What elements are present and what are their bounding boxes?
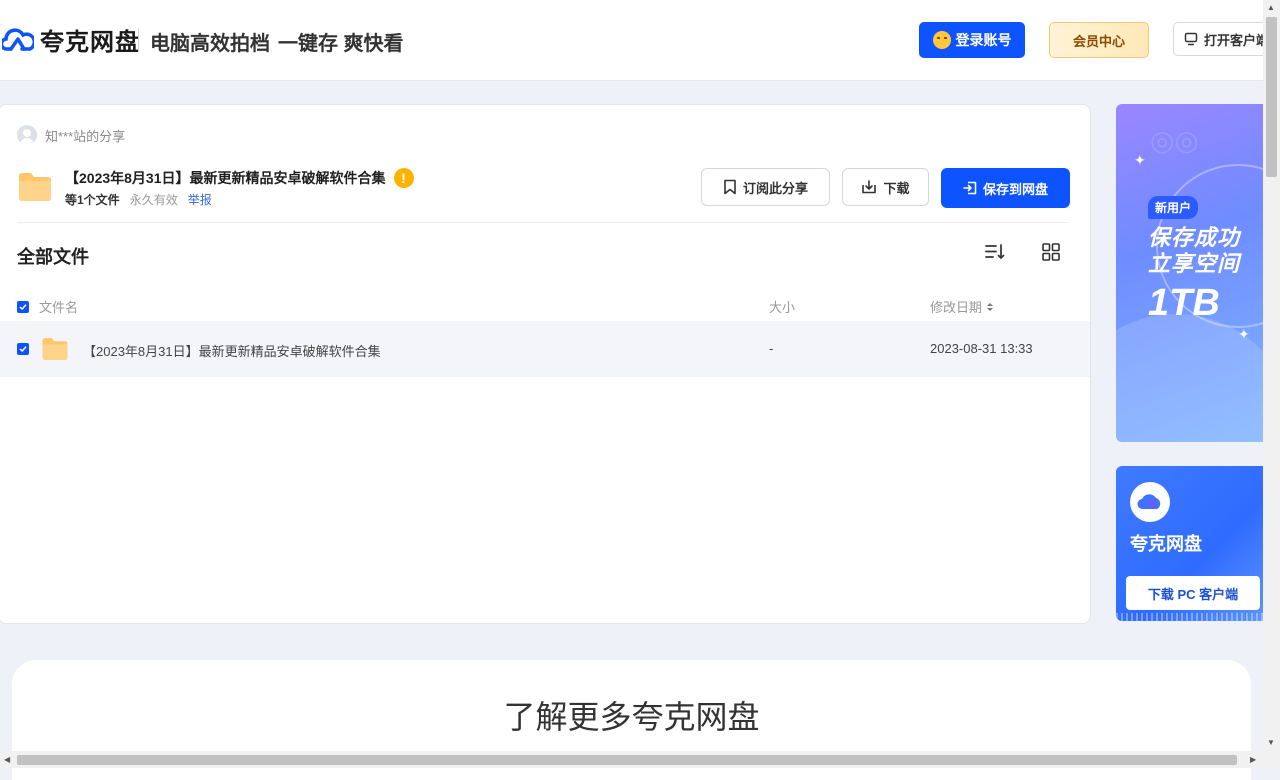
- warning-icon[interactable]: !: [393, 168, 414, 188]
- horizontal-scroll-thumb[interactable]: [17, 755, 1237, 765]
- new-user-badge: 新用户: [1148, 196, 1199, 219]
- scroll-left-icon[interactable]: ◀: [4, 755, 10, 764]
- sharer-name: 知***站的分享: [45, 128, 126, 144]
- logo[interactable]: 夸克网盘: [2, 22, 140, 57]
- sparkle-icon: ✦: [1238, 326, 1250, 342]
- bookmark-icon: [724, 179, 736, 195]
- folder-icon: [19, 173, 51, 201]
- top-header: 夸克网盘 电脑高效拍档 一键存 爽快看 登录账号 会员中心 打开客户端: [0, 0, 1273, 81]
- download-pc-button[interactable]: 下载 PC 客户端: [1126, 576, 1260, 610]
- login-button-label: 登录账号: [955, 32, 1012, 48]
- file-size: -: [769, 341, 774, 356]
- promo-banner[interactable]: ◎◎ ✦ ✦ 新用户 保存成功 立享空间 1TB: [1116, 104, 1263, 442]
- sort-icon[interactable]: [985, 243, 1005, 261]
- logo-divider: [138, 28, 139, 52]
- scroll-right-icon[interactable]: ▶: [1250, 755, 1256, 764]
- logo-text: 夸克网盘: [40, 29, 140, 56]
- open-client-button[interactable]: 打开客户端: [1173, 22, 1273, 56]
- vip-center-button[interactable]: 会员中心: [1049, 22, 1149, 58]
- decor-watermark: ◎◎: [1150, 125, 1199, 156]
- grid-view-icon[interactable]: [1042, 243, 1060, 261]
- share-title: 【2023年8月31日】最新更新精品安卓破解软件合集 !: [65, 168, 414, 188]
- vertical-scrollbar[interactable]: ▲ ▼: [1263, 0, 1280, 768]
- vertical-scroll-thumb[interactable]: [1266, 17, 1277, 177]
- app-name: 夸克网盘: [1130, 534, 1202, 554]
- column-size-header: 大小: [769, 297, 795, 316]
- sharer-info: 知***站的分享: [17, 125, 125, 145]
- check-icon: [19, 346, 27, 353]
- section-title: 全部文件: [17, 247, 89, 267]
- select-all-checkbox[interactable]: [17, 300, 29, 313]
- sparkle-icon: ✦: [1134, 152, 1146, 168]
- column-size-label: 大小: [769, 300, 796, 315]
- share-card: 知***站的分享 【2023年8月31日】最新更新精品安卓破解软件合集 ! 等1…: [0, 104, 1091, 624]
- column-name-header[interactable]: 文件名: [17, 297, 78, 316]
- download-button[interactable]: 下载: [842, 168, 929, 206]
- table-row[interactable]: 【2023年8月31日】最新更新精品安卓破解软件合集 - 2023-08-31 …: [0, 321, 1090, 377]
- promo-size: 1TB: [1148, 282, 1220, 324]
- save-to-drive-label: 保存到网盘: [982, 181, 1048, 197]
- file-name[interactable]: 【2023年8月31日】最新更新精品安卓破解软件合集: [83, 341, 381, 360]
- monitor-icon: [1184, 32, 1198, 46]
- subscribe-label: 订阅此分享: [742, 180, 808, 196]
- report-link[interactable]: 举报: [188, 191, 212, 208]
- slogan-secondary: 一键存 爽快看: [278, 33, 404, 55]
- file-modified: 2023-08-31 13:33: [930, 341, 1033, 356]
- smiley-icon: [932, 31, 951, 49]
- scroll-down-icon[interactable]: ▼: [1267, 738, 1275, 747]
- check-icon: [19, 303, 27, 310]
- cloud-logo-icon: [2, 27, 34, 51]
- avatar: [17, 125, 37, 145]
- vip-center-label: 会员中心: [1072, 33, 1125, 49]
- download-pc-label: 下载 PC 客户端: [1147, 586, 1239, 602]
- share-title-text: 【2023年8月31日】最新更新精品安卓破解软件合集: [65, 170, 386, 186]
- sort-caret-icon: [987, 302, 994, 311]
- save-to-drive-button[interactable]: 保存到网盘: [941, 168, 1070, 208]
- download-icon: [862, 180, 877, 194]
- folder-icon: [42, 338, 68, 360]
- column-name-label: 文件名: [39, 300, 79, 315]
- decor-stripes: [1116, 613, 1263, 621]
- download-label: 下载: [883, 180, 910, 196]
- column-modified-label: 修改日期: [930, 300, 983, 315]
- login-button[interactable]: 登录账号: [919, 22, 1025, 58]
- file-count: 等1个文件: [65, 193, 120, 207]
- learn-more-title: 了解更多夸克网盘: [503, 699, 760, 735]
- divider: [17, 222, 1069, 223]
- open-client-label: 打开客户端: [1204, 32, 1270, 48]
- scroll-up-icon[interactable]: ▲: [1267, 3, 1275, 12]
- download-client-banner[interactable]: 夸克网盘 下载 PC 客户端: [1116, 466, 1263, 621]
- save-icon: [963, 181, 977, 195]
- app-logo: [1130, 482, 1170, 522]
- subscribe-button[interactable]: 订阅此分享: [701, 168, 830, 206]
- horizontal-scrollbar[interactable]: ◀ ▶: [0, 751, 1263, 768]
- row-checkbox[interactable]: [17, 343, 29, 355]
- promo-line-2: 立享空间: [1148, 251, 1241, 276]
- column-modified-header[interactable]: 修改日期: [930, 297, 994, 316]
- validity: 永久有效: [129, 193, 178, 207]
- share-meta: 等1个文件 永久有效 举报: [65, 191, 212, 208]
- cloud-logo-icon: [1137, 494, 1161, 510]
- slogan-primary: 电脑高效拍档: [150, 33, 270, 55]
